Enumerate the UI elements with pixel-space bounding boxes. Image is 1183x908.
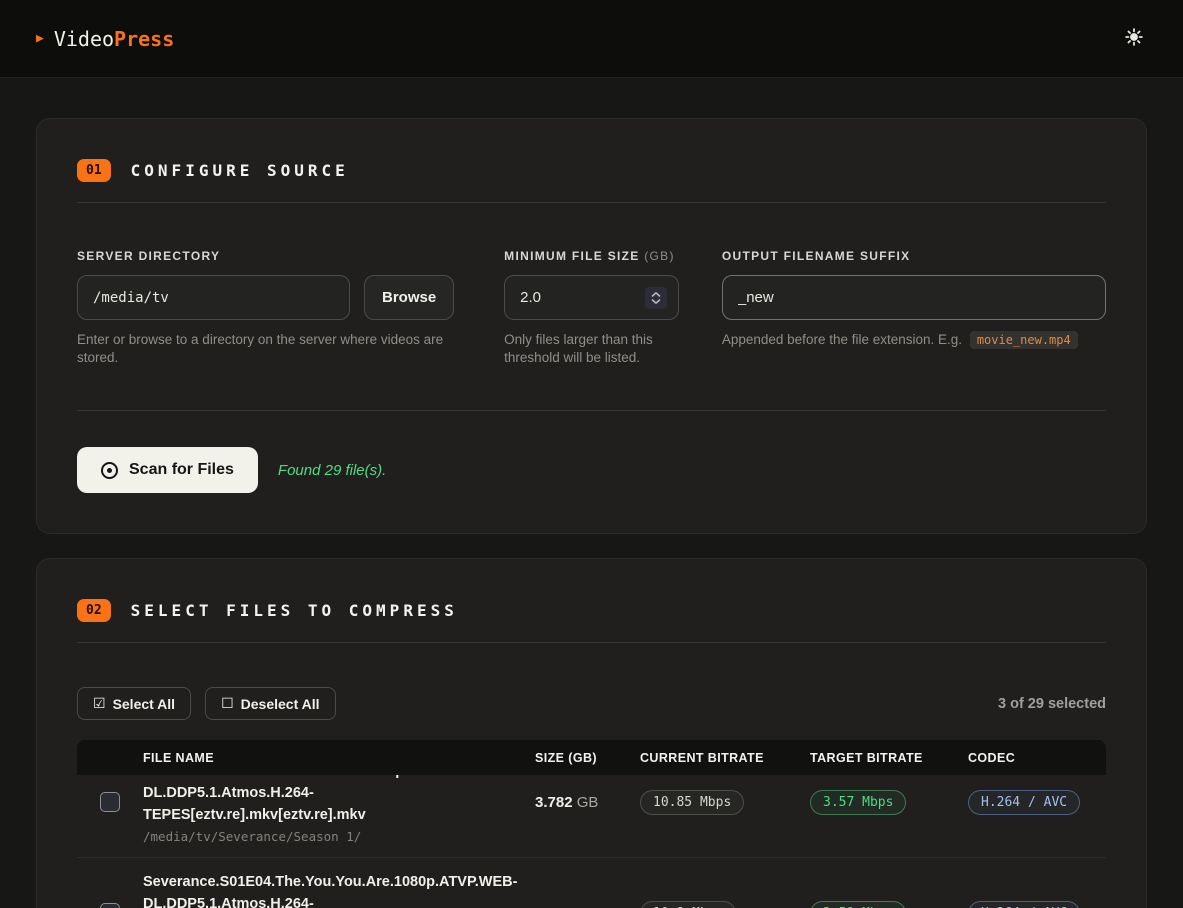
- app-logo: ▶ VideoPress: [36, 27, 174, 51]
- target-bitrate-badge: 3.59 Mbps: [810, 901, 906, 908]
- column-header-file-name: FILE NAME: [143, 751, 535, 765]
- min-file-size-label: MINIMUM FILE SIZE (GB): [504, 249, 679, 263]
- output-suffix-label: OUTPUT FILENAME SUFFIX: [722, 249, 1106, 263]
- top-bar: ▶ VideoPress: [0, 0, 1183, 78]
- codec-badge: H.264 / AVC: [968, 790, 1080, 815]
- logo-text-press: Press: [114, 27, 174, 51]
- section-divider: [77, 410, 1106, 411]
- select-all-button[interactable]: ☑ Select All: [77, 687, 191, 720]
- scan-for-files-button[interactable]: Scan for Files: [77, 447, 258, 493]
- theme-toggle-button[interactable]: [1121, 24, 1147, 53]
- unchecked-box-icon: ☐: [221, 695, 234, 712]
- file-size-unit: GB: [577, 905, 599, 908]
- server-directory-label: SERVER DIRECTORY: [77, 249, 454, 263]
- section-divider: [77, 642, 1106, 643]
- configure-source-card: 01 CONFIGURE SOURCE SERVER DIRECTORY Bro…: [36, 118, 1147, 534]
- section-divider: [77, 202, 1106, 203]
- logo-text-video: Video: [54, 27, 114, 51]
- play-icon: ▶: [36, 31, 44, 46]
- file-name-text: Severance.S01E04.The.You.You.Are.1080p.A…: [143, 871, 523, 908]
- codec-badge: H.264 / AVC: [968, 901, 1080, 908]
- column-header-size: SIZE (GB): [535, 751, 640, 765]
- step-badge-02: 02: [77, 599, 111, 622]
- browse-button[interactable]: Browse: [364, 275, 454, 320]
- deselect-all-button[interactable]: ☐ Deselect All: [205, 687, 335, 720]
- select-files-card: 02 SELECT FILES TO COMPRESS ☑ Select All…: [36, 558, 1147, 908]
- target-bitrate-badge: 3.57 Mbps: [810, 790, 906, 815]
- file-path-text: /media/tv/Severance/Season 1/: [143, 829, 523, 844]
- scan-status-text: Found 29 file(s).: [278, 462, 386, 479]
- column-header-target-bitrate: TARGET BITRATE: [810, 751, 968, 765]
- select-spinner-icon[interactable]: [645, 287, 667, 309]
- current-bitrate-badge: 10.85 Mbps: [640, 790, 744, 815]
- column-header-codec: CODEC: [968, 751, 1106, 765]
- min-file-size-value: 2.0: [520, 289, 541, 306]
- table-row[interactable]: Severance.S01E04.The.You.You.Are.1080p.A…: [77, 858, 1106, 908]
- file-name-text: Severance.S01E07.Defiant.Jazz.1080p.ATVP…: [143, 775, 523, 826]
- section-title-configure-source: CONFIGURE SOURCE: [131, 161, 349, 180]
- file-size-unit: GB: [577, 794, 599, 811]
- section-title-select-files: SELECT FILES TO COMPRESS: [131, 601, 458, 620]
- min-file-size-helper: Only files larger than this threshold wi…: [504, 331, 679, 366]
- table-body[interactable]: Severance.S01E07.Defiant.Jazz.1080p.ATVP…: [77, 775, 1106, 908]
- sun-icon: [1125, 28, 1143, 49]
- file-size-value: 3.547: [535, 905, 573, 908]
- current-bitrate-badge: 10.9 Mbps: [640, 901, 736, 908]
- main-content: 01 CONFIGURE SOURCE SERVER DIRECTORY Bro…: [0, 78, 1183, 908]
- step-badge-01: 01: [77, 159, 111, 182]
- example-filename-chip: movie_new.mp4: [970, 331, 1078, 349]
- target-icon: [101, 462, 118, 479]
- output-suffix-helper: Appended before the file extension. E.g.…: [722, 331, 1106, 349]
- files-table: FILE NAME SIZE (GB) CURRENT BITRATE TARG…: [77, 740, 1106, 908]
- output-suffix-input[interactable]: [722, 275, 1106, 320]
- row-checkbox[interactable]: [100, 792, 120, 812]
- selection-status-text: 3 of 29 selected: [998, 696, 1106, 712]
- row-checkbox[interactable]: [100, 903, 120, 908]
- table-row[interactable]: Severance.S01E07.Defiant.Jazz.1080p.ATVP…: [77, 775, 1106, 858]
- column-header-current-bitrate: CURRENT BITRATE: [640, 751, 810, 765]
- file-size-value: 3.782: [535, 794, 573, 811]
- table-header-row: FILE NAME SIZE (GB) CURRENT BITRATE TARG…: [77, 740, 1106, 775]
- server-directory-input[interactable]: [77, 275, 350, 320]
- min-file-size-select[interactable]: 2.0: [504, 275, 679, 320]
- server-directory-helper: Enter or browse to a directory on the se…: [77, 331, 454, 366]
- checked-box-icon: ☑: [93, 695, 106, 712]
